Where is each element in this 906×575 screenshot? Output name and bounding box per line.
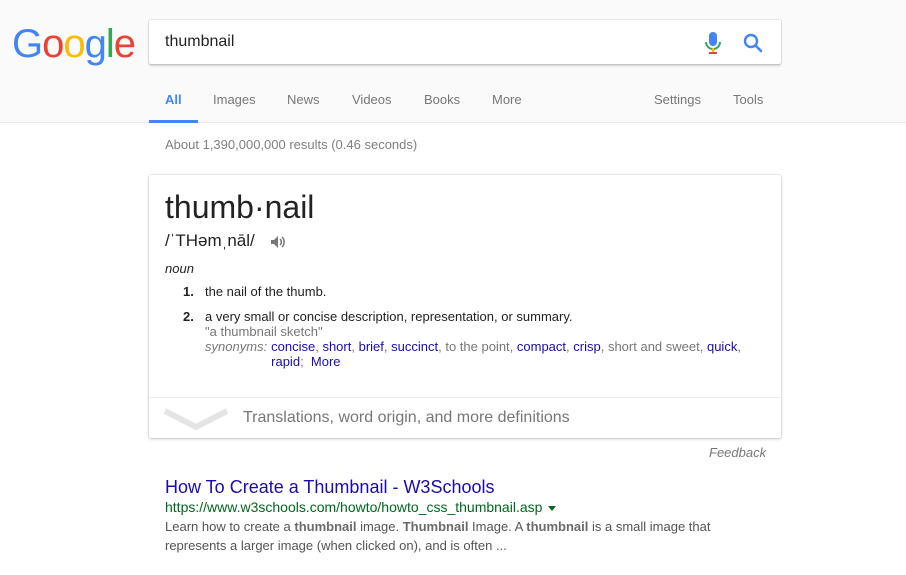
definition-text: a very small or concise description, rep… [205, 309, 573, 324]
synonyms-more-link[interactable]: More [311, 354, 341, 369]
feedback-link[interactable]: Feedback [709, 445, 766, 460]
logo-letter: G [12, 22, 43, 66]
search-tabs: All Images News Videos Books More Settin… [0, 90, 906, 123]
result-title-link[interactable]: How To Create a Thumbnail - W3Schools [165, 477, 775, 497]
search-header: Google All Images News Videos Books More… [0, 0, 906, 123]
snippet-highlight: thumbnail [294, 519, 357, 534]
definition-list: 1. the nail of the thumb. 2. a very smal… [183, 284, 773, 369]
tab-settings[interactable]: Settings [654, 90, 701, 123]
snippet-text: Image. A [468, 519, 527, 534]
definition-number: 2. [183, 309, 194, 324]
tab-images[interactable]: Images [213, 90, 256, 123]
snippet-text: Learn how to create a [165, 519, 295, 534]
synonym-link[interactable]: succinct [391, 339, 438, 354]
definition-example: "a thumbnail sketch" [205, 324, 323, 339]
tab-news[interactable]: News [287, 90, 320, 123]
definition-number: 1. [183, 284, 194, 299]
logo-letter: o [42, 22, 64, 66]
google-logo[interactable]: Google [12, 22, 136, 66]
phonetic-spelling: /ˈTHəmˌnāl/ [165, 231, 255, 250]
synonyms-label: synonyms: [205, 339, 268, 354]
dictionary-card: thumb·nail /ˈTHəmˌnāl/ noun 1. the nail … [149, 175, 781, 438]
synonym-link[interactable]: compact [517, 339, 566, 354]
speaker-icon[interactable] [269, 233, 287, 251]
snippet-highlight: Thumbnail [402, 519, 469, 534]
tab-videos[interactable]: Videos [352, 90, 392, 123]
more-definitions-label: Translations, word origin, and more defi… [243, 409, 570, 426]
caret-down-icon[interactable] [548, 505, 557, 511]
part-of-speech: noun [165, 261, 194, 276]
search-input[interactable] [165, 20, 685, 64]
definition-item: 1. the nail of the thumb. [183, 284, 773, 309]
result-url-text: https://www.w3schools.com/howto/howto_cs… [165, 499, 543, 515]
more-definitions-toggle[interactable]: Translations, word origin, and more defi… [149, 397, 781, 438]
synonym-link[interactable]: brief [359, 339, 384, 354]
microphone-icon[interactable] [702, 31, 724, 55]
logo-letter: o [63, 22, 85, 66]
synonym-link[interactable]: quick [707, 339, 737, 354]
synonym-link[interactable]: rapid [271, 354, 300, 369]
synonym-link[interactable]: concise [271, 339, 315, 354]
logo-letter: l [105, 22, 115, 66]
dictionary-word: thumb·nail [165, 189, 315, 225]
tab-books[interactable]: Books [424, 90, 460, 123]
tab-more[interactable]: More [492, 90, 522, 123]
chevron-down-icon [163, 408, 229, 430]
logo-letter: g [84, 22, 107, 66]
synonym-text: to the point [445, 339, 510, 354]
synonyms-list: synonyms: concise, short, brief, succinc… [205, 339, 741, 369]
definition-text: the nail of the thumb. [205, 284, 327, 299]
result-stats: About 1,390,000,000 results (0.46 second… [165, 137, 418, 152]
synonym-text: short and sweet [607, 339, 700, 354]
result-snippet: Learn how to create a thumbnail image. T… [165, 517, 775, 555]
synonym-link[interactable]: short [322, 339, 351, 354]
definition-item: 2. a very small or concise description, … [183, 309, 773, 369]
search-icon[interactable] [741, 31, 765, 55]
snippet-text: image. [356, 519, 403, 534]
result-url: https://www.w3schools.com/howto/howto_cs… [165, 498, 775, 516]
search-box [149, 20, 781, 64]
tab-all[interactable]: All [149, 90, 198, 123]
snippet-highlight: thumbnail [526, 519, 589, 534]
synonym-link[interactable]: crisp [573, 339, 600, 354]
logo-letter: e [113, 22, 136, 66]
tab-tools[interactable]: Tools [733, 90, 763, 123]
search-result: How To Create a Thumbnail - W3Schools ht… [165, 477, 775, 555]
